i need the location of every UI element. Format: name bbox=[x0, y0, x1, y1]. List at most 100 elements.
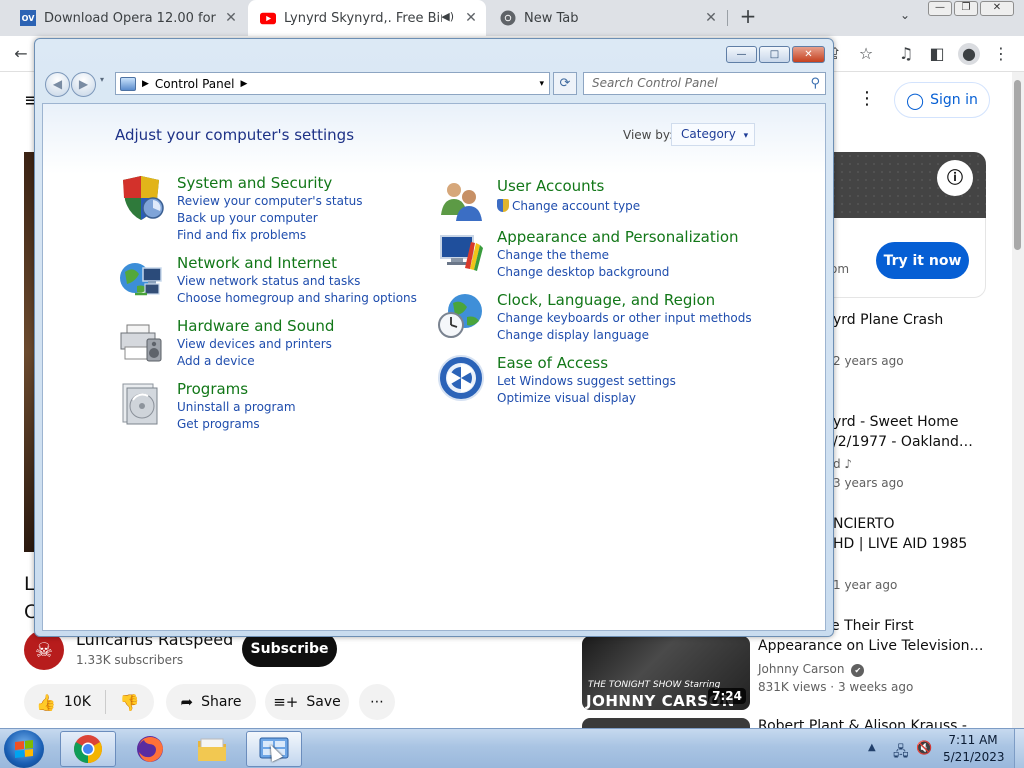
category-title[interactable]: System and Security bbox=[177, 174, 332, 192]
related-video-channel: d ♪ bbox=[833, 457, 853, 471]
new-tab-button[interactable]: + bbox=[737, 6, 759, 28]
refresh-button[interactable]: ⟳ bbox=[553, 72, 577, 95]
back-arrow-icon[interactable]: ← bbox=[10, 43, 32, 65]
related-video-title-line2[interactable]: Appearance on Live Television… bbox=[758, 636, 984, 656]
like-button[interactable]: 👍 10K bbox=[36, 693, 91, 712]
category-link[interactable]: Optimize visual display bbox=[497, 391, 636, 405]
related-video-title[interactable]: NCIERTO bbox=[833, 514, 895, 534]
more-actions-button[interactable]: ⋯ bbox=[359, 684, 395, 720]
address-dropdown-icon[interactable]: ▾ bbox=[539, 79, 544, 89]
audio-playing-icon[interactable]: ◀) bbox=[441, 10, 454, 23]
category-link[interactable]: Get programs bbox=[177, 417, 260, 431]
address-bar[interactable]: ▶ Control Panel ▶ ▾ bbox=[115, 72, 550, 95]
related-video-title-line2[interactable]: /2/1977 - Oakland… bbox=[833, 432, 973, 452]
scrollbar-thumb[interactable] bbox=[1014, 80, 1021, 250]
category-link[interactable]: View devices and printers bbox=[177, 337, 332, 351]
tab-new-tab[interactable]: New Tab ✕ bbox=[488, 0, 726, 36]
bookmark-star-icon[interactable]: ☆ bbox=[855, 43, 877, 65]
tab-close-icon[interactable]: ✕ bbox=[222, 9, 240, 27]
breadcrumb-separator-icon[interactable]: ▶ bbox=[142, 79, 149, 89]
browser-close-button[interactable]: ✕ bbox=[980, 1, 1014, 16]
view-by-value: Category bbox=[681, 127, 736, 141]
side-panel-icon[interactable]: ◧ bbox=[926, 43, 948, 65]
category-title[interactable]: Appearance and Personalization bbox=[497, 228, 739, 246]
category-title[interactable]: Ease of Access bbox=[497, 354, 608, 372]
tab-close-icon[interactable]: ✕ bbox=[462, 9, 480, 27]
breadcrumb-separator-icon[interactable]: ▶ bbox=[241, 79, 248, 89]
youtube-settings-menu-icon[interactable]: ⋮ bbox=[858, 88, 876, 109]
category-link[interactable]: Change the theme bbox=[497, 248, 609, 262]
taskbar-chrome-button[interactable] bbox=[60, 731, 116, 767]
related-video-title-line2[interactable]: HD | LIVE AID 1985 bbox=[833, 534, 967, 554]
profile-avatar-icon[interactable]: ● bbox=[958, 43, 980, 65]
category-link[interactable]: Change account type bbox=[497, 199, 640, 213]
taskbar-firefox-button[interactable] bbox=[122, 731, 178, 767]
tab-close-icon[interactable]: ✕ bbox=[702, 9, 720, 27]
start-button[interactable] bbox=[4, 730, 44, 768]
clock-time[interactable]: 7:11 AM bbox=[948, 733, 998, 747]
save-button[interactable]: ≡+ Save bbox=[265, 684, 349, 720]
related-video-channel[interactable]: Johnny Carson ✔ bbox=[758, 662, 865, 677]
thumbs-down-icon[interactable]: 👎 bbox=[120, 693, 140, 712]
try-it-now-button[interactable]: Try it now bbox=[876, 242, 969, 279]
category-title[interactable]: User Accounts bbox=[497, 177, 604, 195]
category-link[interactable]: View network status and tasks bbox=[177, 274, 360, 288]
forward-button[interactable]: ▶ bbox=[71, 72, 96, 97]
recent-pages-dropdown-icon[interactable]: ▾ bbox=[100, 75, 104, 84]
system-security-icon[interactable] bbox=[117, 174, 165, 222]
related-video-thumbnail[interactable] bbox=[582, 718, 750, 728]
cp-minimize-button[interactable]: — bbox=[726, 46, 757, 63]
search-icon[interactable]: ⚲ bbox=[810, 73, 820, 94]
tab-search-icon[interactable]: ⌄ bbox=[895, 8, 915, 26]
user-accounts-icon[interactable] bbox=[437, 177, 485, 225]
youtube-favicon-icon bbox=[260, 10, 276, 26]
browser-menu-icon[interactable]: ⋮ bbox=[990, 43, 1012, 65]
tab-opera-download[interactable]: OV Download Opera 12.00 for Windo ✕ bbox=[8, 0, 246, 36]
category-link[interactable]: Add a device bbox=[177, 354, 255, 368]
clock-region-icon[interactable] bbox=[437, 291, 485, 339]
category-link[interactable]: Back up your computer bbox=[177, 211, 318, 225]
control-panel-window: — □ ✕ ◀ ▶ ▾ ▶ Control Panel ▶ ▾ ⟳ Search… bbox=[34, 38, 834, 637]
network-internet-icon[interactable] bbox=[117, 254, 165, 302]
sign-in-button[interactable]: ◯ Sign in bbox=[894, 82, 990, 118]
related-video-title[interactable]: Robert Plant & Alison Krauss - bbox=[758, 716, 967, 728]
category-link[interactable]: Change desktop background bbox=[497, 265, 669, 279]
browser-minimize-button[interactable]: — bbox=[928, 1, 952, 16]
related-video-title[interactable]: e Their First bbox=[831, 616, 914, 636]
hardware-sound-icon[interactable] bbox=[117, 317, 165, 365]
browser-restore-button[interactable]: ❐ bbox=[954, 1, 978, 16]
clock-date[interactable]: 5/21/2023 bbox=[943, 750, 1005, 764]
category-link[interactable]: Change display language bbox=[497, 328, 649, 342]
cp-maximize-button[interactable]: □ bbox=[759, 46, 790, 63]
network-status-icon[interactable]: 🖧 bbox=[893, 741, 909, 765]
ease-of-access-icon[interactable] bbox=[437, 354, 485, 402]
ad-info-icon[interactable]: ⓘ bbox=[937, 160, 973, 196]
appearance-icon[interactable] bbox=[437, 228, 485, 276]
category-link[interactable]: Change keyboards or other input methods bbox=[497, 311, 752, 325]
category-title[interactable]: Clock, Language, and Region bbox=[497, 291, 715, 309]
related-video-title[interactable]: yrd Plane Crash bbox=[833, 310, 943, 330]
category-title[interactable]: Hardware and Sound bbox=[177, 317, 334, 335]
category-link[interactable]: Find and fix problems bbox=[177, 228, 306, 242]
category-title[interactable]: Network and Internet bbox=[177, 254, 337, 272]
volume-muted-icon[interactable]: 🔇 bbox=[916, 741, 932, 756]
tab-youtube-free-bird[interactable]: Lynyrd Skynyrd,. Free Bird, Li ◀) ✕ bbox=[248, 0, 486, 36]
category-link[interactable]: Uninstall a program bbox=[177, 400, 296, 414]
media-controls-icon[interactable]: ♫ bbox=[895, 43, 917, 65]
programs-icon[interactable] bbox=[117, 380, 165, 428]
category-link[interactable]: Review your computer's status bbox=[177, 194, 363, 208]
cp-close-button[interactable]: ✕ bbox=[792, 46, 825, 63]
show-desktop-button[interactable] bbox=[1014, 729, 1024, 768]
back-button[interactable]: ◀ bbox=[45, 72, 70, 97]
share-button[interactable]: ➦ Share bbox=[166, 684, 256, 720]
category-link[interactable]: Choose homegroup and sharing options bbox=[177, 291, 417, 305]
breadcrumb-control-panel[interactable]: Control Panel bbox=[155, 77, 235, 91]
related-video-thumbnail[interactable]: THE TONIGHT SHOW Starring JOHNNY CARSON … bbox=[582, 636, 750, 710]
category-title[interactable]: Programs bbox=[177, 380, 248, 398]
show-hidden-icons-icon[interactable]: ▲ bbox=[868, 742, 876, 753]
category-link[interactable]: Let Windows suggest settings bbox=[497, 374, 676, 388]
taskbar-explorer-button[interactable] bbox=[184, 731, 240, 767]
search-control-panel-input[interactable]: Search Control Panel ⚲ bbox=[583, 72, 826, 95]
related-video-title[interactable]: yrd - Sweet Home bbox=[833, 412, 958, 432]
view-by-dropdown[interactable]: Category ▾ bbox=[671, 123, 755, 146]
